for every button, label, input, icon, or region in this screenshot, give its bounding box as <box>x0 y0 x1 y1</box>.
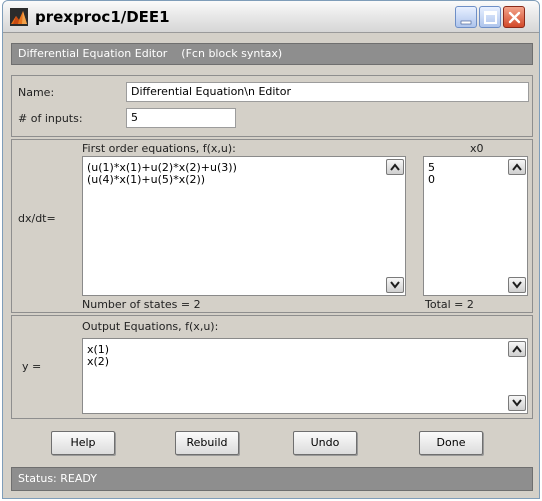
output-equations-editor[interactable]: x(1) x(2) <box>82 338 528 414</box>
y-label: y = <box>22 360 42 373</box>
output-equations-panel: Output Equations, f(x,u): y = x(1) x(2) <box>11 315 533 419</box>
name-field[interactable]: Differential Equation\n Editor <box>126 82 529 102</box>
minimize-button[interactable] <box>455 6 477 28</box>
scroll-up-button[interactable] <box>386 159 404 175</box>
state-equations-scrollbar[interactable] <box>386 157 404 295</box>
scroll-down-icon <box>390 281 400 289</box>
state-equations-panel: First order equations, f(x,u): x0 dx/dt=… <box>11 139 533 313</box>
scroll-up-icon <box>512 163 522 171</box>
output-equation-line: x(1) <box>87 343 110 356</box>
state-count: Number of states = 2 <box>82 298 201 311</box>
help-button[interactable]: Help <box>51 431 115 455</box>
output-equations-title: Output Equations, f(x,u): <box>82 320 219 333</box>
output-equations-scrollbar[interactable] <box>508 339 526 413</box>
name-panel: Name: Differential Equation\n Editor # o… <box>11 75 533 137</box>
status-bar: Status: READY <box>11 467 533 491</box>
inputs-field[interactable]: 5 <box>126 108 236 128</box>
done-button[interactable]: Done <box>419 431 483 455</box>
state-equation-line: (u(4)*x(1)+u(5)*x(2)) <box>87 173 206 186</box>
first-order-title: First order equations, f(x,u): <box>82 142 236 155</box>
output-equation-line: x(2) <box>87 355 110 368</box>
inputs-label: # of inputs: <box>18 112 83 125</box>
dee-window: prexproc1/DEE1 Differential Equation Edi… <box>2 0 540 499</box>
dxdt-label: dx/dt= <box>18 212 56 225</box>
scroll-down-icon <box>512 399 522 407</box>
scroll-down-button[interactable] <box>508 395 526 411</box>
x0-total: Total = 2 <box>425 298 474 311</box>
maximize-icon <box>484 11 497 24</box>
rebuild-button[interactable]: Rebuild <box>175 431 239 455</box>
state-equations-editor[interactable]: (u(1)*x(1)+u(2)*x(2)+u(3)) (u(4)*x(1)+u(… <box>82 156 406 296</box>
scroll-up-button[interactable] <box>508 341 526 357</box>
scroll-down-icon <box>512 281 522 289</box>
app-icon <box>10 8 28 26</box>
title-bar[interactable]: prexproc1/DEE1 <box>3 1 539 33</box>
name-label: Name: <box>18 86 55 99</box>
scroll-up-button[interactable] <box>508 159 526 175</box>
scroll-down-button[interactable] <box>508 277 526 293</box>
scroll-up-icon <box>390 163 400 171</box>
close-button[interactable] <box>503 6 525 28</box>
minimize-icon <box>460 20 472 25</box>
undo-button[interactable]: Undo <box>293 431 357 455</box>
editor-header: Differential Equation Editor (Fcn block … <box>11 43 533 65</box>
maximize-button[interactable] <box>479 6 501 28</box>
button-bar: Help Rebuild Undo Done <box>11 425 533 461</box>
x0-title: x0 <box>470 142 484 155</box>
close-icon <box>508 11 521 24</box>
scroll-up-icon <box>512 345 522 353</box>
scroll-down-button[interactable] <box>386 277 404 293</box>
window-title: prexproc1/DEE1 <box>35 8 170 26</box>
x0-scrollbar[interactable] <box>508 157 526 295</box>
